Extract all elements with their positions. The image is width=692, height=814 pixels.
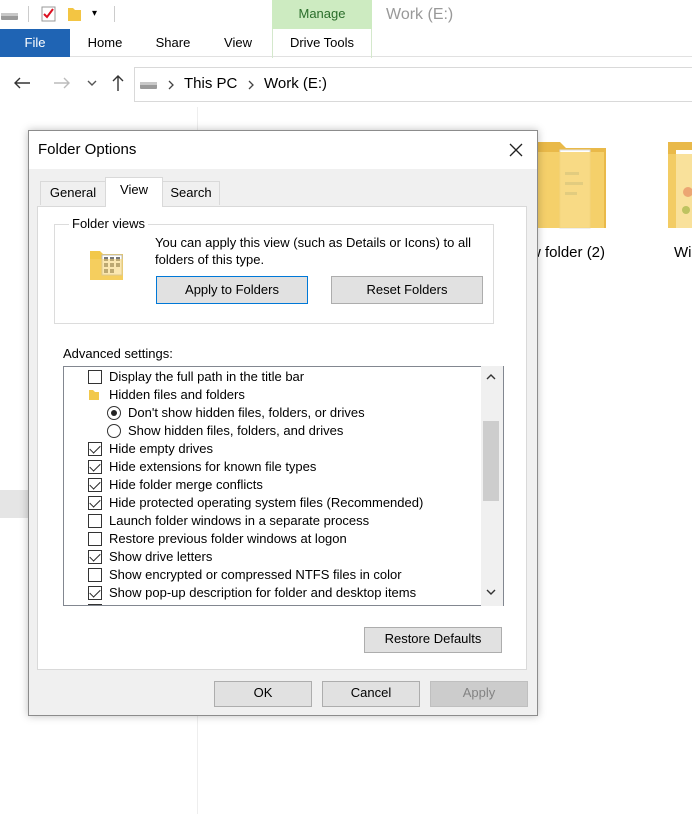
- list-item[interactable]: Hide protected operating system files (R…: [64, 494, 484, 512]
- folder-views-legend: Folder views: [69, 216, 148, 231]
- customize-qat-icon[interactable]: ▾: [92, 8, 97, 19]
- list-item-label: Hide extensions for known file types: [109, 459, 317, 474]
- checkbox[interactable]: [88, 478, 102, 492]
- folder-options-dialog: Folder Options General View Search Folde…: [28, 130, 538, 716]
- checkbox[interactable]: [88, 604, 102, 605]
- list-item: [64, 602, 484, 605]
- radio-button[interactable]: [107, 406, 121, 420]
- contextual-tab-frame: [272, 29, 372, 58]
- advanced-settings-label: Advanced settings:: [63, 346, 173, 361]
- folder-name[interactable]: w folder (2): [530, 244, 605, 261]
- navigation-pane-selected-item[interactable]: [0, 490, 29, 518]
- list-item[interactable]: Don't show hidden files, folders, or dri…: [64, 404, 484, 422]
- restore-defaults-button[interactable]: Restore Defaults: [364, 627, 502, 653]
- breadcrumb-this-pc[interactable]: This PC: [184, 75, 237, 92]
- list-item-label: Display the full path in the title bar: [109, 369, 305, 384]
- apply-button[interactable]: Apply: [430, 681, 528, 707]
- scrollbar-thumb[interactable]: [483, 421, 499, 501]
- list-item-label: Show drive letters: [109, 549, 213, 564]
- tab-view[interactable]: View: [105, 177, 163, 207]
- apply-to-folders-button[interactable]: Apply to Folders: [156, 276, 308, 304]
- checkbox[interactable]: [88, 496, 102, 510]
- list-item-label: Don't show hidden files, folders, or dri…: [128, 405, 365, 420]
- folder-name[interactable]: Wi: [674, 244, 692, 261]
- checkbox[interactable]: [88, 460, 102, 474]
- cancel-button[interactable]: Cancel: [322, 681, 420, 707]
- reset-folders-button[interactable]: Reset Folders: [331, 276, 483, 304]
- breadcrumb-work-drive[interactable]: Work (E:): [264, 75, 327, 92]
- list-item-label: Show encrypted or compressed NTFS files …: [109, 567, 402, 582]
- drive-icon[interactable]: [0, 8, 20, 24]
- advanced-settings-list[interactable]: Display the full path in the title bar H…: [63, 366, 504, 606]
- radio-button[interactable]: [107, 424, 121, 438]
- tab-share[interactable]: Share: [146, 29, 200, 57]
- list-item-label: Hide folder merge conflicts: [109, 477, 263, 492]
- folder-view-icon: [90, 251, 123, 280]
- list-item[interactable]: Restore previous folder windows at logon: [64, 530, 484, 548]
- list-item-label: Launch folder windows in a separate proc…: [109, 513, 370, 528]
- list-item-label: Show pop-up description for folder and d…: [109, 585, 417, 600]
- ok-button[interactable]: OK: [214, 681, 312, 707]
- list-item[interactable]: Hidden files and folders: [64, 386, 484, 404]
- list-item[interactable]: Launch folder windows in a separate proc…: [64, 512, 484, 530]
- manage-contextual-tab[interactable]: Manage: [272, 0, 372, 29]
- list-item-label: Restore previous folder windows at logon: [109, 531, 347, 546]
- tab-general[interactable]: General: [40, 181, 106, 205]
- list-item[interactable]: Show hidden files, folders, and drives: [64, 422, 484, 440]
- list-item[interactable]: Show drive letters: [64, 548, 484, 566]
- scroll-down-arrow-icon[interactable]: [484, 586, 498, 598]
- checkbox[interactable]: [88, 442, 102, 456]
- checkbox[interactable]: [88, 514, 102, 528]
- list-item-label: Hide empty drives: [109, 441, 214, 456]
- checkbox[interactable]: [88, 568, 102, 582]
- list-item-label: Hide protected operating system files (R…: [109, 495, 424, 510]
- list-item[interactable]: Hide extensions for known file types: [64, 458, 484, 476]
- up-arrow-icon[interactable]: [110, 73, 126, 93]
- list-item-label: Show hidden files, folders, and drives: [128, 423, 344, 438]
- list-item[interactable]: Show pop-up description for folder and d…: [64, 584, 484, 602]
- window-title: Work (E:): [386, 6, 454, 23]
- list-item[interactable]: Hide empty drives: [64, 440, 484, 458]
- list-item[interactable]: Display the full path in the title bar: [64, 368, 484, 386]
- checkbox[interactable]: [88, 370, 102, 384]
- list-item[interactable]: Show encrypted or compressed NTFS files …: [64, 566, 484, 584]
- drive-icon: [140, 82, 157, 89]
- scroll-up-arrow-icon[interactable]: [484, 371, 498, 383]
- checkbox[interactable]: [88, 532, 102, 546]
- dialog-title: Folder Options: [38, 141, 137, 158]
- folder-views-description: You can apply this view (such as Details…: [155, 235, 472, 267]
- tab-search[interactable]: Search: [162, 181, 220, 205]
- tab-view[interactable]: View: [214, 29, 262, 57]
- address-bar[interactable]: This PC Work (E:): [134, 67, 692, 102]
- quick-access-toolbar: ▾ Manage Work (E:): [0, 0, 692, 29]
- back-arrow-icon[interactable]: [12, 75, 32, 91]
- folder-icon: [89, 390, 99, 400]
- recent-locations-chevron-icon[interactable]: [86, 77, 98, 89]
- tab-file[interactable]: File: [0, 29, 70, 57]
- close-icon[interactable]: [501, 137, 531, 163]
- checkbox[interactable]: [88, 550, 102, 564]
- dialog-titlebar[interactable]: Folder Options: [29, 131, 537, 169]
- list-item-label: Hidden files and folders: [109, 387, 245, 402]
- list-item[interactable]: Hide folder merge conflicts: [64, 476, 484, 494]
- chevron-right-icon[interactable]: [247, 79, 255, 91]
- forward-arrow-icon[interactable]: [52, 75, 72, 91]
- folder-icon[interactable]: [662, 132, 692, 237]
- tab-home[interactable]: Home: [78, 29, 132, 57]
- new-folder-icon[interactable]: [66, 5, 82, 23]
- properties-icon[interactable]: [40, 5, 58, 23]
- chevron-right-icon[interactable]: [167, 79, 175, 91]
- checkbox[interactable]: [88, 586, 102, 600]
